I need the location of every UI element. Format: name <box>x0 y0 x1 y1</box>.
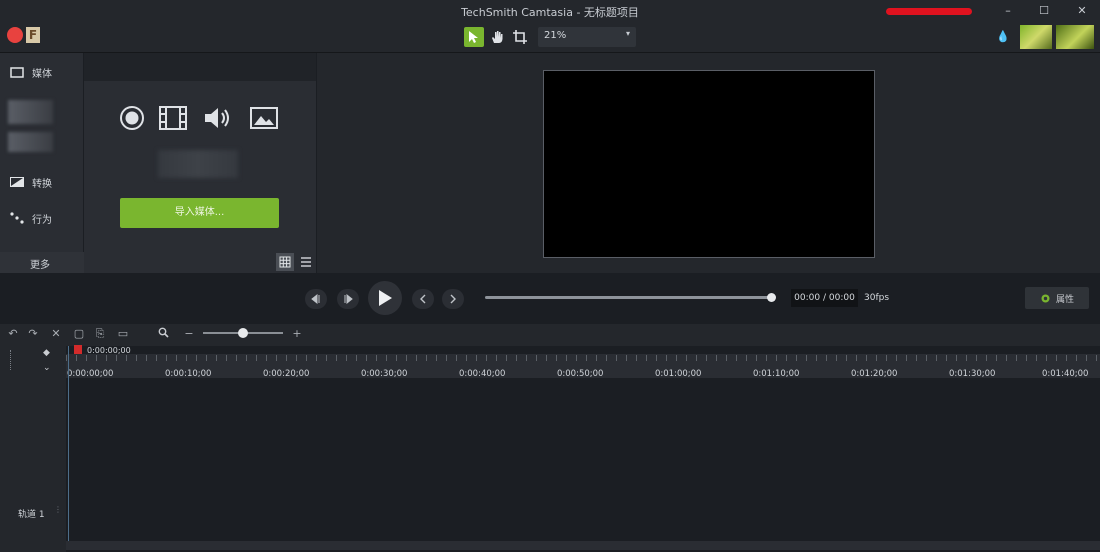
playhead-time: 0:00:00;00 <box>87 346 131 355</box>
playback-bar <box>0 274 1100 324</box>
zoom-search-icon[interactable] <box>156 327 170 341</box>
promo-thumbnail[interactable] <box>1056 25 1094 49</box>
tick-label: 0:01:00;00 <box>655 369 702 379</box>
tick-label: 0:01:20;00 <box>851 369 898 379</box>
play-button[interactable] <box>368 281 402 315</box>
track-header-column <box>0 346 66 552</box>
pan-tool-icon[interactable] <box>487 27 507 47</box>
fps-display: 30fps <box>864 293 890 303</box>
list-view-icon[interactable] <box>297 253 315 271</box>
tick-label: 0:00:50;00 <box>557 369 604 379</box>
cut-icon[interactable]: ✕ <box>49 327 63 341</box>
minimize-button[interactable]: – <box>998 2 1018 20</box>
file-menu-icon[interactable]: F <box>26 27 40 43</box>
undo-icon[interactable]: ↶ <box>6 327 20 341</box>
tick-label: 0:01:30;00 <box>949 369 996 379</box>
audio-icon[interactable] <box>203 104 233 132</box>
media-bin-hint-text <box>158 150 238 178</box>
gear-icon <box>1041 294 1050 302</box>
nav-item-label: 转换 <box>32 178 52 190</box>
ruler-ticks <box>66 355 1100 361</box>
nav-item-behaviors[interactable]: 行为 <box>4 206 82 230</box>
tick-label: 0:01:10;00 <box>753 369 800 379</box>
timeline-scrollbar[interactable] <box>66 541 1100 550</box>
tick-label: 0:00:40;00 <box>459 369 506 379</box>
paste-icon[interactable]: ⎘ <box>93 327 107 341</box>
scrubber-handle[interactable] <box>767 293 776 302</box>
add-track-icon[interactable]: ◆ <box>43 348 50 358</box>
nav-item-label: 媒体 <box>32 68 52 80</box>
timeline-zoom-handle[interactable] <box>238 328 248 338</box>
playhead-handle[interactable] <box>74 345 82 354</box>
redo-icon[interactable]: ↷ <box>26 327 40 341</box>
preview-canvas[interactable] <box>543 70 875 258</box>
crop-tool-icon[interactable] <box>510 27 530 47</box>
chevron-down-icon[interactable]: ⌄ <box>43 363 51 373</box>
step-forward-icon[interactable] <box>337 289 359 309</box>
zoom-value: 21% <box>544 30 567 41</box>
track-1-label[interactable]: 轨道 1 <box>18 507 45 520</box>
zoom-in-button[interactable]: + <box>290 327 304 341</box>
notification-icon[interactable]: 💧 <box>994 27 1012 47</box>
left-nav-panel <box>0 53 83 273</box>
step-back-icon[interactable] <box>305 289 327 309</box>
copy-icon[interactable]: ▢ <box>72 327 86 341</box>
track-list-handle[interactable] <box>10 350 23 370</box>
next-marker-icon[interactable] <box>442 289 464 309</box>
nav-item-media[interactable]: 媒体 <box>4 60 82 84</box>
video-icon[interactable] <box>158 104 188 132</box>
image-icon[interactable] <box>249 104 279 132</box>
tick-label: 0:00:00;00 <box>67 369 114 379</box>
user-avatar-thumbnail[interactable] <box>1020 25 1052 49</box>
media-bin-header <box>84 53 316 81</box>
scrubber-track[interactable] <box>485 296 771 299</box>
properties-label: 属性 <box>1055 294 1074 305</box>
chevron-down-icon: ▾ <box>625 29 630 38</box>
media-icon <box>10 66 24 78</box>
grid-view-icon[interactable] <box>276 253 294 271</box>
track-lock-icon[interactable]: ⋮ <box>54 505 62 514</box>
camtasia-logo-icon[interactable] <box>7 27 23 43</box>
playhead-line <box>68 346 69 546</box>
select-tool-icon[interactable] <box>464 27 484 47</box>
import-media-button[interactable]: 导入媒体... <box>120 198 279 228</box>
tick-label: 0:00:20;00 <box>263 369 310 379</box>
account-name-redacted[interactable] <box>886 8 972 15</box>
transitions-icon <box>10 177 24 187</box>
record-icon[interactable] <box>117 104 147 132</box>
more-label: 更多 <box>30 260 50 271</box>
tick-label: 0:01:40;00 <box>1042 369 1089 379</box>
previous-marker-icon[interactable] <box>412 289 434 309</box>
properties-button[interactable]: 属性 <box>1025 287 1089 309</box>
maximize-button[interactable]: ☐ <box>1034 2 1054 20</box>
time-display: 00:00 / 00:00 <box>791 289 858 307</box>
close-button[interactable]: ✕ <box>1072 2 1092 20</box>
split-icon[interactable]: ▭ <box>116 327 130 341</box>
tick-label: 0:00:10;00 <box>165 369 212 379</box>
tick-label: 0:00:30;00 <box>361 369 408 379</box>
zoom-out-button[interactable]: − <box>182 327 196 341</box>
nav-item-label: 行为 <box>32 214 52 226</box>
behaviors-icon <box>10 212 24 224</box>
zoom-dropdown[interactable]: 21% ▾ <box>538 27 636 47</box>
nav-item-blurred[interactable] <box>8 100 53 124</box>
nav-item-blurred-2[interactable] <box>8 132 53 152</box>
nav-item-transitions[interactable]: 转换 <box>4 170 82 194</box>
